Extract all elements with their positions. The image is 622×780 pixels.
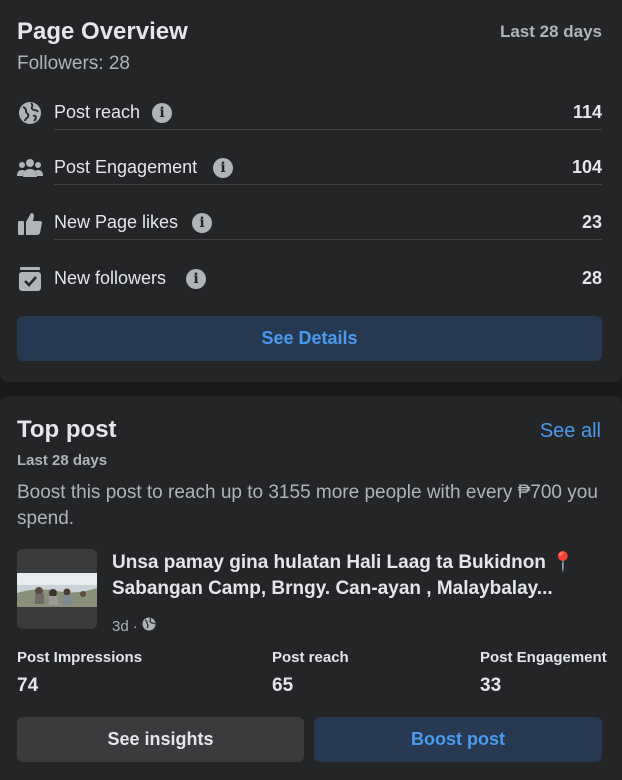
top-post-card: Top post See all Last 28 days Boost this… — [0, 396, 622, 780]
followers-count: Followers: 28 — [17, 53, 130, 74]
boost-post-button[interactable]: Boost post — [314, 717, 602, 762]
date-range-label: Last 28 days — [499, 22, 602, 41]
stat-post-reach: Post reach 65 — [272, 649, 349, 697]
top-post-title: Top post — [17, 416, 117, 443]
post-text[interactable]: Unsa pamay gina hulatan Hali Laag ta Buk… — [112, 550, 602, 602]
stat-label: Post reach — [272, 649, 349, 666]
metric-new-followers: New followers i 28 — [0, 266, 622, 321]
separator-dot: · — [132, 617, 138, 635]
globe-icon — [142, 617, 156, 635]
people-icon — [17, 155, 43, 181]
post-thumbnail[interactable] — [17, 549, 97, 629]
stat-value: 33 — [480, 675, 502, 696]
stat-value: 65 — [272, 675, 294, 696]
divider — [54, 239, 602, 240]
globe-icon — [17, 100, 43, 126]
see-details-button[interactable]: See Details — [17, 316, 602, 361]
stat-label: Post Engagement — [480, 649, 607, 666]
metric-post-engagement: Post Engagement i 104 — [0, 155, 622, 210]
date-range-label: Last 28 days — [17, 452, 108, 469]
metric-new-page-likes: New Page likes i 23 — [0, 210, 622, 265]
see-all-link[interactable]: See all — [540, 420, 601, 443]
metric-value: 28 — [581, 268, 602, 288]
stat-label: Post Impressions — [17, 649, 143, 666]
stat-post-engagement: Post Engagement 33 — [480, 649, 607, 697]
boost-suggestion-text: Boost this post to reach up to 3155 more… — [17, 482, 598, 529]
stat-post-impressions: Post Impressions 74 — [17, 649, 142, 697]
metric-post-reach: Post reach i 114 — [0, 100, 622, 155]
follow-box-icon — [17, 266, 43, 292]
stat-value: 74 — [17, 675, 39, 696]
metric-value: 23 — [581, 212, 602, 232]
see-insights-button[interactable]: See insights — [17, 717, 304, 762]
info-icon[interactable]: i — [186, 269, 206, 289]
info-icon[interactable]: i — [213, 158, 233, 178]
metric-label: New followers — [54, 268, 167, 288]
divider — [54, 184, 602, 185]
divider — [54, 129, 602, 130]
page-overview-title: Page Overview — [17, 18, 188, 45]
info-icon[interactable]: i — [192, 213, 212, 233]
post-meta: 3d · — [112, 617, 156, 635]
thumbs-up-icon — [17, 210, 43, 236]
post-age: 3d — [112, 617, 129, 635]
metric-label: New Page likes — [54, 212, 179, 232]
info-icon[interactable]: i — [152, 103, 172, 123]
page-overview-card: Page Overview Last 28 days Followers: 28… — [0, 0, 622, 382]
metric-value: 104 — [571, 157, 602, 177]
metric-value: 114 — [572, 102, 602, 122]
metric-label: Post Engagement — [54, 157, 198, 177]
metric-label: Post reach — [54, 102, 141, 122]
